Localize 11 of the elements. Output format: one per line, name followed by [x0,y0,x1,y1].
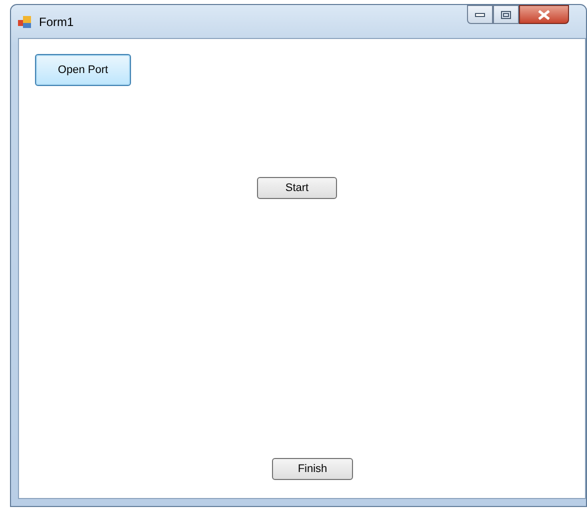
close-icon [538,10,550,20]
maximize-icon [501,10,511,18]
maximize-button[interactable] [493,5,519,24]
minimize-button[interactable] [467,5,493,24]
form-button[interactable]: Open Port [35,54,131,86]
window-title: Form1 [39,14,74,30]
minimize-icon [475,12,485,16]
close-button[interactable] [519,5,569,24]
form-button[interactable]: Start [257,177,337,199]
app-icon [17,14,33,30]
form-button[interactable]: Finish [272,458,353,480]
